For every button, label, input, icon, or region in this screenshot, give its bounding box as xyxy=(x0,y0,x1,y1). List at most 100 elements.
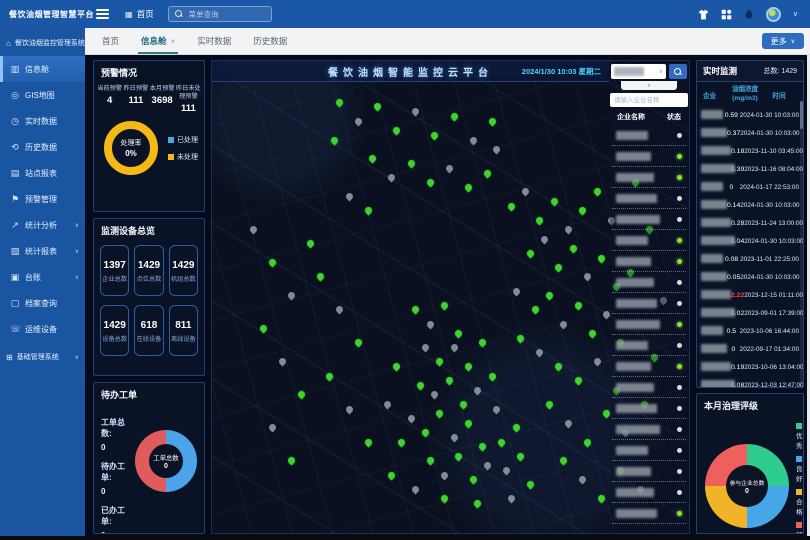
realtime-row[interactable]: 0 2024-01-17 22:53:00 xyxy=(697,178,803,196)
map-pin-offline[interactable] xyxy=(444,163,454,173)
map-pin-online[interactable] xyxy=(449,111,459,121)
sidebar-item[interactable]: ▧ 统计报表 ∨ xyxy=(0,238,85,264)
realtime-row[interactable]: 0.18 2023-11-10 03:45:00 xyxy=(697,142,803,160)
map-pin-offline[interactable] xyxy=(344,404,354,414)
device-stat-box[interactable]: 811离线设备 xyxy=(169,305,198,356)
map-pin-offline[interactable] xyxy=(449,343,459,353)
map-pin-online[interactable] xyxy=(463,418,473,428)
company-list-item[interactable] xyxy=(612,146,686,167)
company-list-item[interactable] xyxy=(612,272,686,293)
tab[interactable]: 实时数据 xyxy=(186,28,242,54)
menu-toggle-icon[interactable] xyxy=(96,9,109,19)
map-pin-online[interactable] xyxy=(573,300,583,310)
map-pin-offline[interactable] xyxy=(564,418,574,428)
map-pin-online[interactable] xyxy=(530,305,540,315)
company-select[interactable]: ∨ xyxy=(611,64,666,79)
map-pin-online[interactable] xyxy=(478,338,488,348)
realtime-row[interactable]: 0.05 2024-01-30 10:03:00 xyxy=(697,268,803,286)
map-pin-online[interactable] xyxy=(525,248,535,258)
scrollbar[interactable] xyxy=(800,101,803,383)
company-list-item[interactable] xyxy=(612,293,686,314)
map-pin-online[interactable] xyxy=(411,305,421,315)
realtime-row[interactable]: 0.08 2023-12-03 12:47:00 xyxy=(697,376,803,388)
map-pin-online[interactable] xyxy=(516,333,526,343)
company-search-button[interactable] xyxy=(669,64,687,79)
map-pin-online[interactable] xyxy=(368,154,378,164)
map-pin-online[interactable] xyxy=(430,130,440,140)
sidebar-group-base-system[interactable]: ⊞ 基础管理系统 ∨ xyxy=(0,342,85,370)
map-pin-online[interactable] xyxy=(406,159,416,169)
tab[interactable]: 首页 xyxy=(91,28,130,54)
map-pin-offline[interactable] xyxy=(583,272,593,282)
map-pin-online[interactable] xyxy=(544,291,554,301)
map-pin-offline[interactable] xyxy=(578,475,588,485)
map-pin-online[interactable] xyxy=(420,428,430,438)
map-pin-offline[interactable] xyxy=(506,494,516,504)
map-pin-offline[interactable] xyxy=(540,234,550,244)
map-pin-online[interactable] xyxy=(335,97,345,107)
realtime-row[interactable]: 0.5 2023-10-06 16:44:00 xyxy=(697,322,803,340)
realtime-row[interactable]: 2.22 2023-12-15 01:11:00 xyxy=(697,286,803,304)
map-pin-online[interactable] xyxy=(487,116,497,126)
map-pin-offline[interactable] xyxy=(344,192,354,202)
realtime-row[interactable]: 0.14 2024-01-30 10:03:00 xyxy=(697,196,803,214)
map-pin-online[interactable] xyxy=(573,376,583,386)
realtime-row[interactable]: 0.04 2024-01-30 10:03:00 xyxy=(697,232,803,250)
map-pin-online[interactable] xyxy=(592,187,602,197)
sidebar-item[interactable]: ▢ 档案查询 xyxy=(0,290,85,316)
sidebar-item[interactable]: ☏ 运维设备 xyxy=(0,316,85,342)
company-list-item[interactable] xyxy=(612,251,686,272)
sidebar-item[interactable]: ⟲ 历史数据 xyxy=(0,134,85,160)
map-pin-online[interactable] xyxy=(325,371,335,381)
sidebar-item[interactable]: ↗ 统计分析 ∨ xyxy=(0,212,85,238)
map-pin-offline[interactable] xyxy=(482,461,492,471)
map-pin-offline[interactable] xyxy=(449,432,459,442)
device-stat-box[interactable]: 1397企业总数 xyxy=(100,245,129,296)
sidebar-item[interactable]: ▣ 台账 ∨ xyxy=(0,264,85,290)
map-pin-online[interactable] xyxy=(468,475,478,485)
map-pin-online[interactable] xyxy=(444,376,454,386)
realtime-row[interactable]: 0.59 2024-01-30 10:03:00 xyxy=(697,106,803,124)
map-pin-offline[interactable] xyxy=(564,225,574,235)
company-list-item[interactable] xyxy=(612,209,686,230)
map-pin-online[interactable] xyxy=(363,437,373,447)
map-pin-offline[interactable] xyxy=(559,319,569,329)
menu-search-input[interactable] xyxy=(187,9,265,20)
device-stat-box[interactable]: 1429点位总数 xyxy=(134,245,163,296)
map-pin-offline[interactable] xyxy=(354,116,364,126)
map-pin-online[interactable] xyxy=(296,390,306,400)
more-button[interactable]: 更多 ∨ xyxy=(762,33,804,49)
map-pin-online[interactable] xyxy=(306,239,316,249)
map-pin-offline[interactable] xyxy=(411,107,421,117)
map-pin-offline[interactable] xyxy=(535,347,545,357)
map-pin-offline[interactable] xyxy=(382,399,392,409)
realtime-row[interactable]: 0.28 2023-11-24 13:00:00 xyxy=(697,214,803,232)
device-stat-box[interactable]: 1429机组总数 xyxy=(169,245,198,296)
realtime-row[interactable]: 0.08 2023-11-01 22:25:00 xyxy=(697,250,803,268)
avatar[interactable] xyxy=(766,7,781,22)
map-pin-online[interactable] xyxy=(554,263,564,273)
map-pin-online[interactable] xyxy=(397,437,407,447)
map-pin-offline[interactable] xyxy=(277,357,287,367)
map-pin-online[interactable] xyxy=(268,258,278,268)
map-pin-online[interactable] xyxy=(387,470,397,480)
company-list-item[interactable] xyxy=(612,503,686,524)
realtime-row[interactable]: 0.39 2023-11-16 08:04:00 xyxy=(697,160,803,178)
apps-icon[interactable] xyxy=(721,9,732,20)
map-canvas[interactable]: 餐饮油烟智能监控云平台 2024/1/30 10:03 星期二 ∨ ∧ xyxy=(211,60,690,534)
company-list-item[interactable] xyxy=(612,188,686,209)
map-pin-online[interactable] xyxy=(516,451,526,461)
map-pin-online[interactable] xyxy=(597,253,607,263)
map-pin-online[interactable] xyxy=(435,357,445,367)
sidebar-item[interactable]: ◷ 实时数据 xyxy=(0,108,85,134)
map-pin-offline[interactable] xyxy=(468,135,478,145)
map-pin-online[interactable] xyxy=(478,442,488,452)
map-pin-offline[interactable] xyxy=(420,343,430,353)
breadcrumb[interactable]: ▦ 首页 xyxy=(125,8,154,20)
tab[interactable]: 信息舱× xyxy=(130,28,186,54)
close-icon[interactable]: × xyxy=(171,37,176,46)
company-list-item[interactable] xyxy=(612,230,686,251)
sidebar-item[interactable]: ⚑ 预警管理 xyxy=(0,186,85,212)
collapse-handle[interactable]: ∧ xyxy=(621,81,677,90)
company-list-item[interactable] xyxy=(612,125,686,146)
